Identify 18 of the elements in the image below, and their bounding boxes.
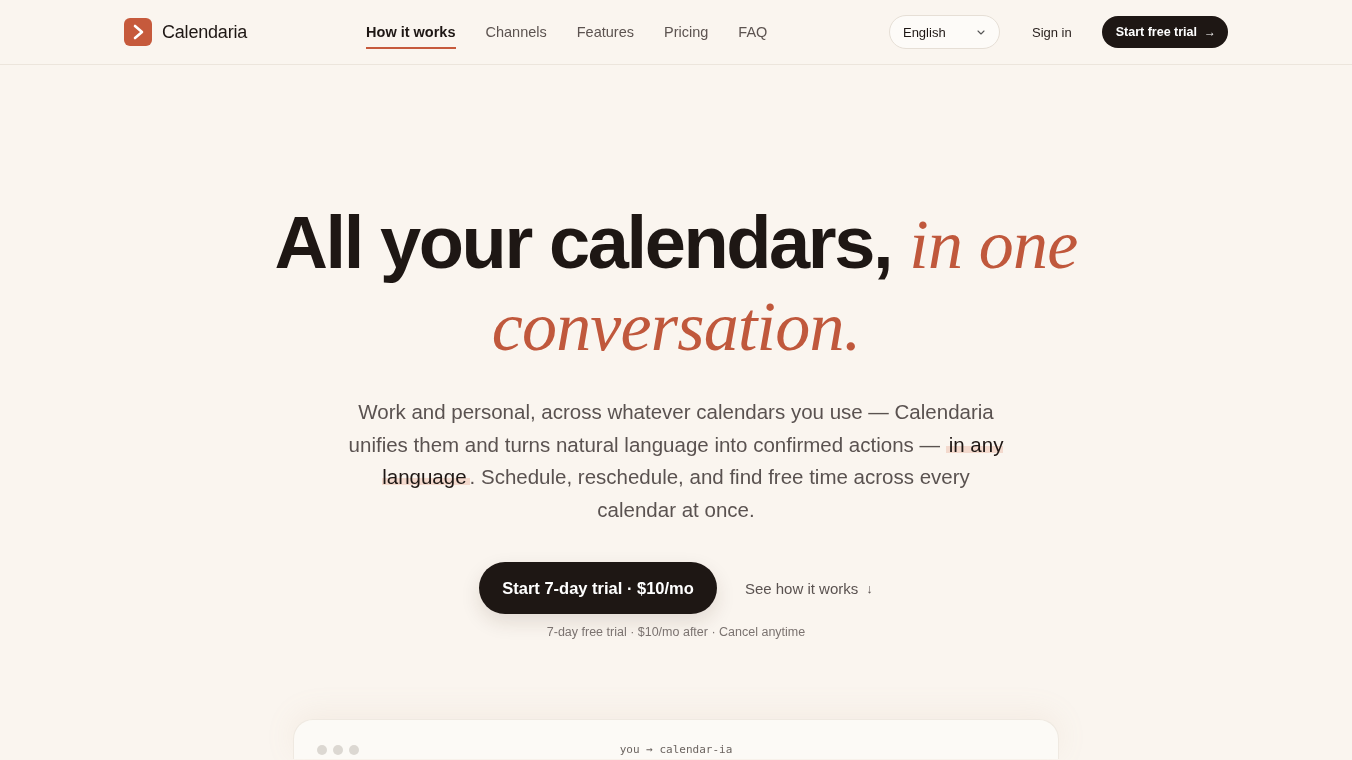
start-trial-button[interactable]: Start 7-day trial · $10/mo [479, 562, 717, 614]
hero-headline: All your calendars, in one conversation. [273, 203, 1079, 367]
nav-link[interactable]: Pricing [664, 15, 709, 49]
nav-link[interactable]: Features [576, 15, 634, 49]
logo-icon [124, 18, 152, 46]
window-dots-icon [317, 745, 359, 755]
see-how-it-works-link[interactable]: See how it works ↓ [744, 579, 873, 597]
trial-note: 7-day free trial · $10/mo after · Cancel anytime [546, 625, 806, 639]
start-trial-button[interactable]: Start free trial → [1101, 16, 1228, 48]
hero-subtitle: Work and personal, across whatever calendars you use — Calendaria unifies them and turns natural language into confirmed actions — in any language. Schedule, reschedule, and find free time across every calendar at once. [347, 399, 1005, 523]
chevron-down-icon [976, 29, 985, 35]
brand-name: Calendaria [162, 21, 248, 43]
nav-link[interactable]: FAQ [738, 15, 768, 49]
nav-link[interactable]: Channels [485, 15, 547, 49]
sign-in-link[interactable]: Sign in [1031, 24, 1072, 40]
language-select[interactable]: English [888, 15, 1000, 49]
chat-window-title: you → calendar-ia [619, 744, 733, 756]
nav-link[interactable]: How it works [366, 15, 456, 49]
